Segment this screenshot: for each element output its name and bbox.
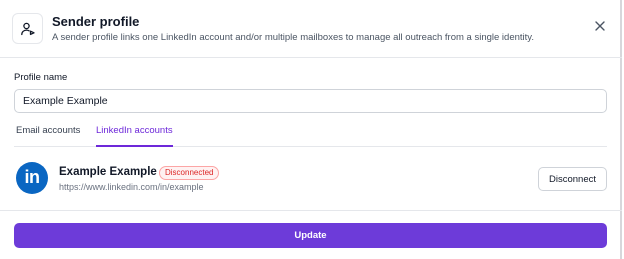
dialog-title: Sender profile — [52, 14, 140, 29]
tab-linkedin-accounts[interactable]: LinkedIn accounts — [96, 121, 173, 147]
footer-divider — [0, 210, 622, 211]
status-badge: Disconnected — [159, 166, 220, 180]
dialog-header: Sender profile A sender profile links on… — [0, 0, 622, 58]
account-url: https://www.linkedin.com/in/example — [59, 182, 204, 192]
close-icon — [595, 21, 605, 31]
linkedin-account-row: in Example Example Disconnected https://… — [14, 161, 607, 197]
profile-name-input[interactable] — [14, 89, 607, 113]
user-send-icon — [12, 13, 43, 44]
dialog-description: A sender profile links one LinkedIn acco… — [52, 32, 534, 43]
linkedin-logo-icon: in — [16, 162, 48, 194]
update-button[interactable]: Update — [14, 223, 607, 248]
sender-profile-dialog: Sender profile A sender profile links on… — [0, 0, 622, 259]
account-tabs: Email accounts LinkedIn accounts — [14, 121, 607, 147]
profile-name-label: Profile name — [14, 72, 68, 83]
account-name: Example Example — [59, 166, 157, 178]
disconnect-button[interactable]: Disconnect — [538, 167, 607, 191]
tab-email-accounts[interactable]: Email accounts — [16, 121, 80, 147]
close-button[interactable] — [592, 18, 608, 34]
